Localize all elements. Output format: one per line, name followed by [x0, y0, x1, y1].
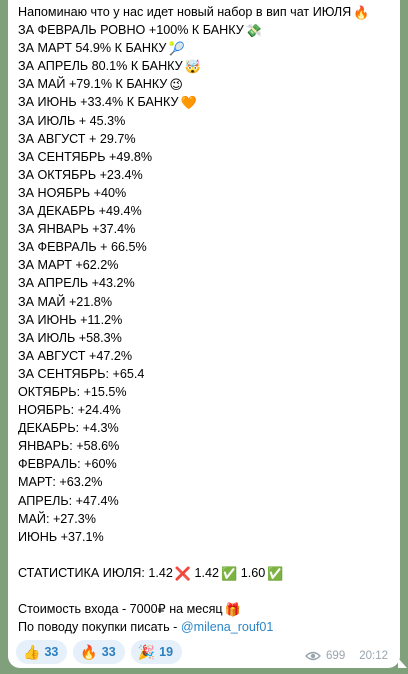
message-line: ЗА ФЕВРАЛЬ РОВНО +100% К БАНКУ 💸: [18, 21, 392, 39]
line-text: АПРЕЛЬ: +47.4%: [18, 493, 119, 508]
line-text: ФЕВРАЛЬ: +60%: [18, 457, 117, 472]
line-text: ЗА ИЮЛЬ +58.3%: [18, 330, 122, 345]
message-line: ЗА ОКТЯБРЬ +23.4%: [18, 166, 392, 184]
message-line: ЗА МАЙ +79.1% К БАНКУ 😉: [18, 75, 392, 93]
reaction-count: 19: [159, 645, 174, 659]
contact-username-link[interactable]: @milena_rouf01: [181, 620, 274, 634]
line-text: МАРТ: +63.2%: [18, 475, 103, 490]
message-line: Напоминаю что у нас идет новый набор в в…: [18, 3, 392, 21]
message-line: ЗА НОЯБРЬ +40%: [18, 184, 392, 202]
price-line: Стоимость входа - 7000₽ на месяц 🎁: [18, 600, 392, 618]
line-text: МАЙ: +27.3%: [18, 511, 97, 526]
message-line: ЗА ИЮНЬ +11.2%: [18, 311, 392, 329]
stats-value-1: 1.42: [148, 565, 173, 580]
emoji-icon: 🔥: [353, 5, 370, 20]
reaction-count: 33: [44, 645, 59, 659]
message-line: ЗА ИЮЛЬ +58.3%: [18, 329, 392, 347]
line-text: ЗА ИЮНЬ +33.4% К БАНКУ: [18, 95, 179, 110]
check-mark-icon: ✅: [221, 565, 238, 581]
reaction-button[interactable]: 👍 33: [16, 640, 68, 664]
stats-line: СТАТИСТИКА ИЮЛЯ: 1.42 ❌ 1.42 ✅ 1.60 ✅: [18, 564, 392, 582]
line-text: ЗА ИЮЛЬ + 45.3%: [18, 113, 126, 128]
line-text: ЗА АВГУСТ +47.2%: [18, 348, 133, 363]
line-text: ЗА МАРТ 54.9% К БАНКУ: [18, 41, 167, 56]
message-line: ЗА АПРЕЛЬ 80.1% К БАНКУ 🤯: [18, 57, 392, 75]
line-text: ЗА ДЕКАБРЬ +49.4%: [18, 204, 142, 219]
line-text: ЗА ФЕВРАЛЬ РОВНО +100% К БАНКУ: [18, 23, 244, 38]
line-text: ОКТЯБРЬ: +15.5%: [18, 384, 127, 399]
message-line: ЗА АВГУСТ +47.2%: [18, 347, 392, 365]
message-line: ЗА АПРЕЛЬ +43.2%: [18, 274, 392, 292]
gift-icon: 🎁: [224, 602, 241, 618]
message-line: МАРТ: +63.2%: [18, 473, 392, 491]
emoji-icon: 😉: [169, 77, 183, 93]
contact-line: По поводу покупки писать - @milena_rouf0…: [18, 618, 392, 636]
message-line: ДЕКАБРЬ: +4.3%: [18, 419, 392, 437]
reaction-count: 33: [101, 645, 116, 659]
line-text: ЗА МАРТ +62.2%: [18, 258, 119, 273]
fire-icon: 🔥: [80, 643, 98, 660]
line-text: ЯНВАРЬ: +58.6%: [18, 439, 120, 454]
reactions-bar: 👍 33 🔥 33 🎉 19: [16, 640, 183, 664]
view-count: 699: [326, 650, 346, 662]
message-line: ЗА ЯНВАРЬ +37.4%: [18, 220, 392, 238]
message-line: НОЯБРЬ: +24.4%: [18, 401, 392, 419]
emoji-icon: 🧡: [180, 95, 197, 111]
check-mark-icon: ✅: [267, 565, 284, 581]
line-text: ЗА НОЯБРЬ +40%: [18, 185, 127, 200]
message-line: ЗА ФЕВРАЛЬ + 66.5%: [18, 238, 392, 256]
line-text: Напоминаю что у нас идет новый набор в в…: [18, 5, 352, 19]
line-text: ЗА ФЕВРАЛЬ + 66.5%: [18, 240, 147, 255]
message-line: ЗА СЕНТЯБРЬ +49.8%: [18, 148, 392, 166]
reaction-button[interactable]: 🎉 19: [130, 640, 183, 664]
emoji-icon: 💸: [245, 23, 262, 39]
monthly-results-list: Напоминаю что у нас идет новый набор в в…: [18, 3, 392, 546]
message-bubble: Напоминаю что у нас идет новый набор в в…: [8, 0, 407, 668]
cross-mark-icon: ❌: [174, 565, 192, 581]
message-line: ЗА ДЕКАБРЬ +49.4%: [18, 202, 392, 220]
line-text: ЗА АВГУСТ + 29.7%: [18, 131, 136, 146]
message-line: ОКТЯБРЬ: +15.5%: [18, 383, 392, 401]
line-text: НОЯБРЬ: +24.4%: [18, 403, 121, 418]
emoji-icon: 🤯: [184, 59, 201, 75]
line-text: ЗА АПРЕЛЬ 80.1% К БАНКУ: [18, 59, 183, 74]
reaction-button[interactable]: 🔥 33: [73, 640, 125, 664]
line-text: ЗА МАЙ +79.1% К БАНКУ: [18, 77, 168, 92]
message-line: ЗА ИЮНЬ +33.4% К БАНКУ 🧡: [18, 93, 392, 111]
price-text: Стоимость входа - 7000₽ на месяц: [18, 602, 223, 617]
line-text: ЗА ЯНВАРЬ +37.4%: [18, 222, 136, 237]
line-text: ЗА СЕНТЯБРЬ: +65.4: [18, 366, 145, 381]
timestamp: 20:12: [359, 650, 388, 662]
line-text: ЗА ОКТЯБРЬ +23.4%: [18, 167, 143, 182]
contact-prefix: По поводу покупки писать -: [18, 620, 181, 635]
emoji-icon: 🎾: [168, 41, 185, 57]
stats-label: СТАТИСТИКА ИЮЛЯ:: [18, 565, 145, 580]
message-line: ЗА АВГУСТ + 29.7%: [18, 130, 392, 148]
thumbs-up-icon: 👍: [23, 643, 41, 660]
line-text: ИЮНЬ +37.1%: [18, 529, 104, 544]
message-text: Напоминаю что у нас идет новый набор в в…: [18, 3, 392, 636]
line-text: ЗА МАЙ +21.8%: [18, 294, 113, 309]
line-text: ЗА АПРЕЛЬ +43.2%: [18, 276, 135, 291]
message-meta: 699 20:12: [305, 650, 388, 662]
message-line: ЯНВАРЬ: +58.6%: [18, 437, 392, 455]
party-popper-icon: 🎉: [137, 643, 156, 660]
message-line: ЗА МАРТ +62.2%: [18, 256, 392, 274]
line-text: ЗА ИЮНЬ +11.2%: [18, 312, 123, 327]
stats-value-2: 1.42: [194, 565, 220, 580]
message-line: МАЙ: +27.3%: [18, 510, 392, 528]
bubble-tail: [398, 658, 407, 668]
message-line: АПРЕЛЬ: +47.4%: [18, 492, 392, 510]
message-line: ЗА МАЙ +21.8%: [18, 293, 392, 311]
line-text: ЗА СЕНТЯБРЬ +49.8%: [18, 149, 153, 164]
line-text: ДЕКАБРЬ: +4.3%: [18, 421, 119, 436]
message-line: ЗА ИЮЛЬ + 45.3%: [18, 112, 392, 130]
message-line: ИЮНЬ +37.1%: [18, 528, 392, 546]
eye-icon: [305, 651, 322, 661]
message-line: ЗА МАРТ 54.9% К БАНКУ 🎾: [18, 39, 392, 57]
message-line: ЗА СЕНТЯБРЬ: +65.4: [18, 365, 392, 383]
stats-value-3: 1.60: [240, 565, 266, 580]
message-line: ФЕВРАЛЬ: +60%: [18, 455, 392, 473]
